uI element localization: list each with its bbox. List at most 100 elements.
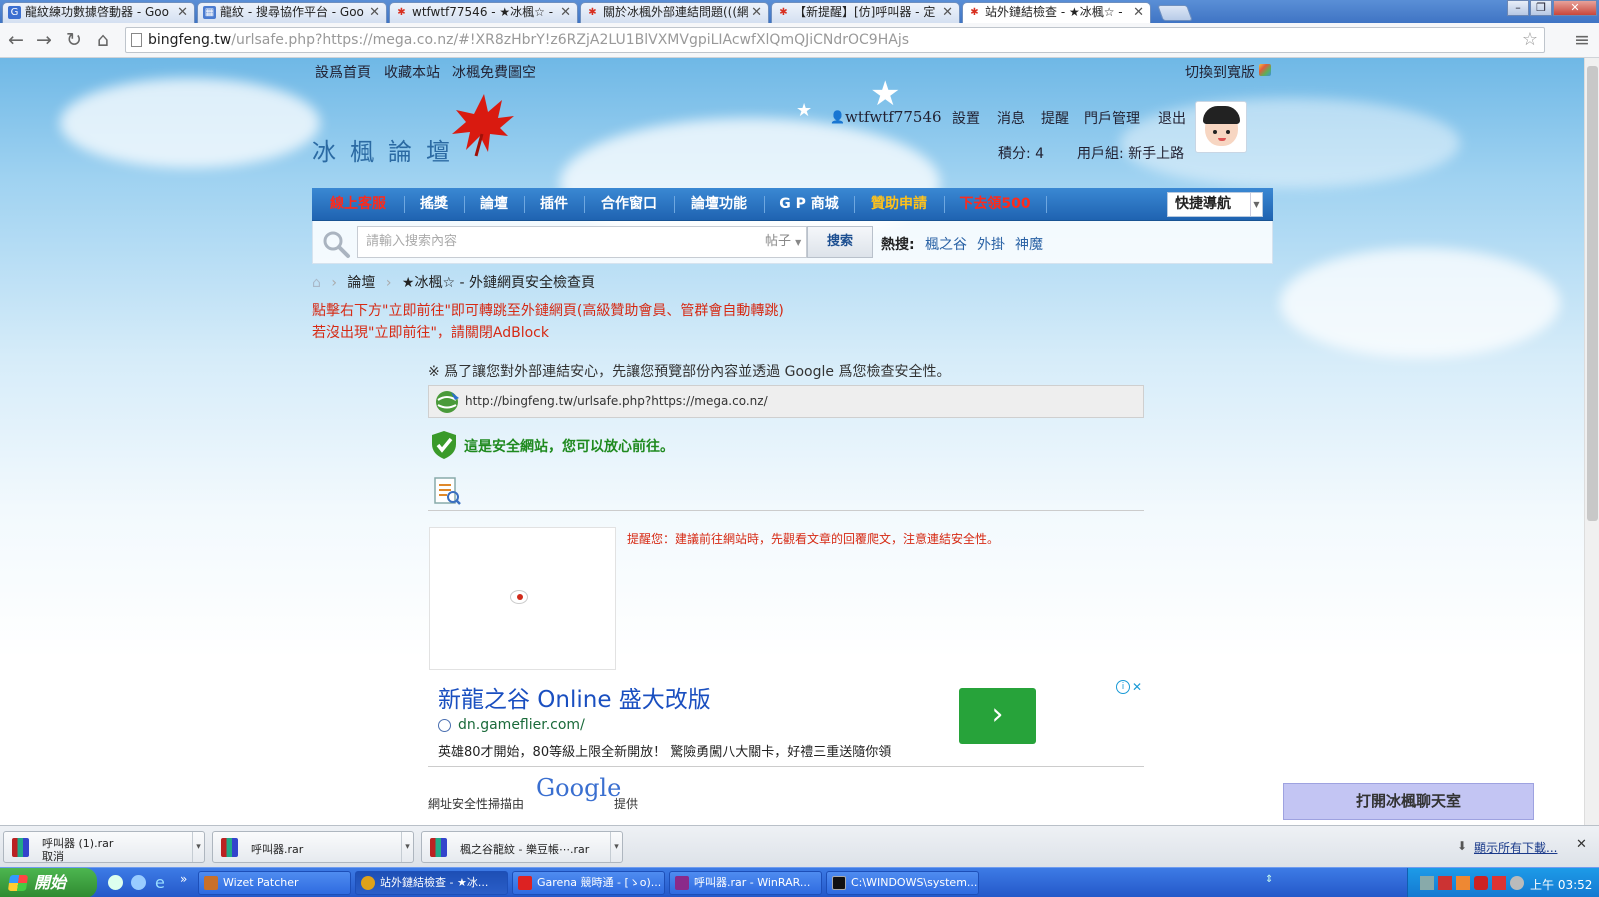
avatar[interactable] [1195, 101, 1247, 153]
set-homepage-link[interactable]: 設爲首頁 [315, 62, 371, 82]
logout-link[interactable]: 退出 [1158, 108, 1186, 128]
google-credit-suffix: 提供 [614, 797, 639, 811]
breadcrumb-forum[interactable]: 論壇 [347, 275, 375, 291]
chevron-down-icon[interactable]: ▾ [610, 832, 622, 862]
nav-lottery[interactable]: 搖獎 [410, 188, 458, 221]
ad-go-button[interactable]: › [959, 688, 1036, 744]
minimize-button[interactable]: – [1507, 0, 1529, 16]
search-button[interactable]: 搜索 [807, 226, 873, 258]
bookmark-site-link[interactable]: 收藏本站 [384, 62, 440, 82]
ad-url[interactable]: dn.gameflier.com/ [458, 717, 585, 733]
hot-search-term[interactable]: 外掛 [977, 234, 1005, 254]
close-tab-icon[interactable]: ✕ [942, 3, 953, 22]
nav-gp-shop[interactable]: G P 商城 [770, 188, 848, 221]
breadcrumb-separator: › [385, 275, 392, 291]
hot-search-term[interactable]: 神魔 [1015, 234, 1043, 254]
menu-icon[interactable]: ≡ [1570, 28, 1594, 52]
download-item[interactable]: 呼叫器.rar ▾ [212, 831, 414, 863]
tray-icon[interactable] [1438, 876, 1452, 890]
palette-icon[interactable] [1259, 64, 1271, 76]
close-tab-icon[interactable]: ✕ [177, 3, 188, 22]
bookmark-star-icon[interactable]: ☆ [1522, 28, 1538, 52]
quick-nav-dropdown[interactable]: 快捷導航 ▼ [1167, 192, 1263, 217]
start-button[interactable]: 開始 [0, 868, 97, 897]
tray-icon[interactable] [1456, 876, 1470, 890]
new-tab-button[interactable] [1157, 5, 1193, 21]
page-scrollbar[interactable] [1584, 58, 1599, 825]
chevron-down-icon[interactable]: ▾ [401, 832, 413, 862]
page-icon [131, 33, 142, 47]
close-tab-icon[interactable]: ✕ [369, 3, 380, 22]
scrollbar-thumb[interactable] [1587, 66, 1598, 521]
volume-icon[interactable] [1510, 876, 1524, 890]
switch-wide-link[interactable]: 切換到寬版 [1185, 62, 1255, 82]
browser-tab-active[interactable]: ✱ 站外鏈結檢查 - ★冰楓☆ - ✕ [962, 2, 1151, 24]
home-icon[interactable]: ⌂ [91, 28, 115, 52]
security-shield-icon[interactable] [1474, 876, 1488, 890]
hot-search-term[interactable]: 楓之谷 [925, 234, 967, 254]
taskbar-item[interactable]: Garena 競時通 - [ゝo)... [512, 871, 665, 895]
breadcrumb: ⌂ › 論壇 › ★冰楓☆ - 外鏈網頁安全檢查頁 [312, 272, 595, 292]
close-tab-icon[interactable]: ✕ [751, 3, 762, 22]
open-chat-button[interactable]: 打開冰楓聊天室 [1283, 783, 1534, 820]
search-type-select[interactable]: 帖子 ▼ [759, 226, 807, 258]
chevron-down-icon: ▼ [1250, 193, 1262, 216]
tray-icon[interactable] [1420, 876, 1434, 890]
notifications-link[interactable]: 提醒 [1041, 108, 1069, 128]
google-logo: Google [536, 774, 622, 802]
clock[interactable]: 上午 03:52 [1530, 876, 1592, 893]
browser-quicklaunch-icon[interactable] [131, 875, 146, 890]
back-icon[interactable]: ← [4, 28, 28, 52]
media-player-icon[interactable] [108, 875, 123, 890]
nav-plugins[interactable]: 插件 [530, 188, 578, 221]
messages-link[interactable]: 消息 [997, 108, 1025, 128]
nav-forum-features[interactable]: 論壇功能 [680, 188, 758, 221]
close-tab-icon[interactable]: ✕ [560, 3, 571, 22]
ad-info-icon[interactable]: i [1116, 680, 1130, 694]
download-item[interactable]: 呼叫器 (1).rar 取消 ▾ [3, 831, 205, 863]
redirect-notice: 點擊右下方"立即前往"即可轉跳至外鏈網頁(高級贊助會員、管群會自動轉跳) [312, 303, 784, 319]
taskbar-item[interactable]: C:\WINDOWS\system... [826, 871, 979, 895]
tray-icon[interactable] [1492, 876, 1506, 890]
taskbar-item[interactable]: Wizet Patcher [198, 871, 351, 895]
points-label[interactable]: 積分: 4 [998, 143, 1044, 163]
adblock-notice: 若沒出現"立即前往"，請關閉AdBlock [312, 325, 549, 341]
ie-icon[interactable]: e [155, 873, 165, 892]
close-tab-icon[interactable]: ✕ [1133, 3, 1144, 22]
nav-partnership[interactable]: 合作窗口 [590, 188, 668, 221]
browser-tab[interactable]: G 龍紋練功數據啓動器 - Goo ✕ [2, 2, 195, 23]
close-window-button[interactable]: ✕ [1553, 0, 1597, 16]
forward-icon[interactable]: → [32, 28, 56, 52]
address-bar[interactable]: bingfeng.tw/urlsafe.php?https://mega.co.… [125, 27, 1545, 53]
home-icon[interactable]: ⌂ [312, 275, 321, 291]
settings-link[interactable]: 設置 [952, 108, 980, 128]
taskbar-scroll-icon[interactable]: ⇕ [1265, 874, 1273, 885]
nav-online-support[interactable]: 線上客服 [318, 188, 398, 221]
username-link[interactable]: wtfwtf77546 [845, 108, 942, 126]
browser-tab[interactable]: ✱ 【新提醒】[仿]呼叫器 - 定 ✕ [771, 2, 960, 23]
nav-sponsor-apply[interactable]: 贊助申請 [860, 188, 938, 221]
chevron-right-icon[interactable]: » [180, 872, 187, 886]
reload-icon[interactable]: ↻ [62, 28, 86, 52]
nav-claim-500[interactable]: 下去領500 [950, 188, 1040, 221]
site-logo[interactable]: 冰楓論壇 [312, 132, 464, 167]
taskbar-item-active[interactable]: 站外鏈結檢查 - ★冰... [355, 871, 508, 895]
chevron-down-icon[interactable]: ▾ [192, 832, 204, 862]
download-item[interactable]: 楓之谷龍紋 - 樂豆帳⋯.rar ▾ [421, 831, 623, 863]
nav-forum[interactable]: 論壇 [470, 188, 518, 221]
free-image-host-link[interactable]: 冰楓免費圖空 [452, 62, 536, 82]
ad-close-icon[interactable]: ✕ [1130, 680, 1144, 694]
close-shelf-icon[interactable]: ✕ [1576, 837, 1587, 852]
browser-tab[interactable]: ▦ 龍紋 - 搜尋協作平台 - Goo ✕ [197, 2, 387, 23]
search-input[interactable]: 請輸入搜索內容 [357, 226, 760, 258]
advertisement[interactable]: 新龍之谷 Online 盛大改版 dn.gameflier.com/ 英雄80才… [428, 678, 1144, 763]
maximize-button[interactable]: ❐ [1530, 0, 1552, 16]
show-all-downloads-link[interactable]: 顯示所有下載... [1474, 839, 1557, 856]
windows-logo-icon [7, 875, 29, 891]
divider [428, 510, 1144, 511]
browser-tab[interactable]: ✱ wtfwtf77546 - ★冰楓☆ - 網 ✕ [389, 2, 578, 23]
taskbar-item[interactable]: 呼叫器.rar - WinRAR... [669, 871, 822, 895]
browser-tab[interactable]: ✱ 關於冰楓外部連結問題(((網 ✕ [580, 2, 769, 23]
portal-admin-link[interactable]: 門戶管理 [1084, 108, 1140, 128]
ad-title[interactable]: 新龍之谷 Online 盛大改版 [438, 680, 711, 714]
